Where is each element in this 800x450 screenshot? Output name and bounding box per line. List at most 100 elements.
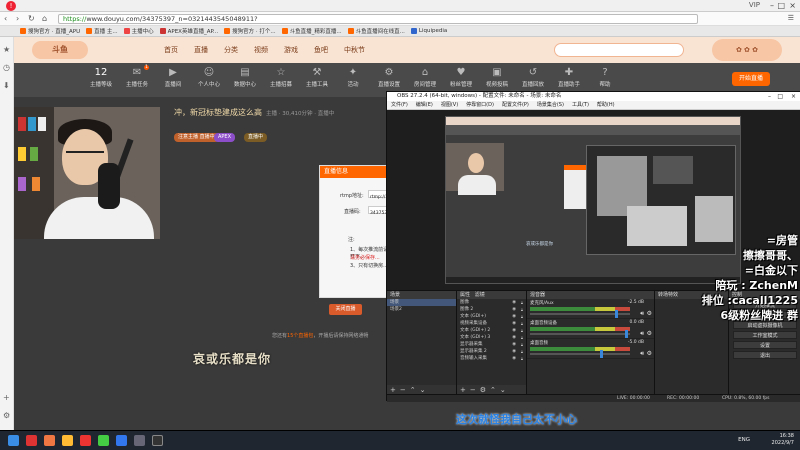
toolbar-item[interactable]: ☆ 主播招募 <box>266 66 296 88</box>
lock-icon[interactable]: 🔒︎ <box>521 341 523 348</box>
nav-link[interactable]: 视频 <box>254 45 268 55</box>
lock-icon[interactable]: 🔒︎ <box>521 306 523 313</box>
footer-tip-highlight[interactable]: 15个直播包 <box>287 333 313 339</box>
scene-item[interactable]: 场景2 <box>387 306 456 313</box>
obs-control-button[interactable]: 退出 <box>733 351 797 359</box>
speaker-icon[interactable]: 🔊︎ <box>640 330 644 338</box>
bookmark-item[interactable]: 主播中心 <box>123 27 154 35</box>
obs-control-button[interactable]: 工作室模式 <box>733 331 797 339</box>
bookmark-item[interactable]: 斗鱼直播_精彩直播... <box>281 27 342 35</box>
toolbar-item[interactable]: ✦ 活动 <box>338 66 368 88</box>
lock-icon[interactable]: 🔒︎ <box>521 334 523 341</box>
toolbar-item[interactable]: ↺ 直播回放 <box>518 66 548 88</box>
source-item[interactable]: 文本 (GDI+) 2 ◉ 🔒︎ <box>457 327 526 334</box>
toolbar-item[interactable]: ? 帮助 <box>590 66 620 88</box>
visibility-icon[interactable]: ◉ <box>512 334 516 341</box>
system-clock[interactable]: 16:38 2022/9/7 <box>772 433 794 447</box>
lock-icon[interactable]: 🔒︎ <box>521 348 523 355</box>
bookmark-item[interactable]: 直播 主... <box>86 27 118 35</box>
visibility-icon[interactable]: ◉ <box>512 348 516 355</box>
start-icon[interactable] <box>8 435 19 446</box>
url-input[interactable]: https://www.douyu.com/34375397_n=0321443… <box>58 14 698 24</box>
start-live-button[interactable]: 开始直播 <box>732 72 770 86</box>
app-icon-2[interactable] <box>44 435 55 446</box>
nav-link[interactable]: 首页 <box>164 45 178 55</box>
history-icon[interactable]: ◷ <box>3 63 10 72</box>
gear-icon[interactable]: ⚙ <box>647 310 652 317</box>
volume-slider[interactable] <box>530 353 630 355</box>
toolbar-item[interactable]: ⌂ 房间管理 <box>410 66 440 88</box>
volume-knob[interactable] <box>625 330 628 338</box>
toolbar-item[interactable]: 12 主播等级 <box>86 66 116 88</box>
speaker-icon[interactable]: 🔊︎ <box>640 310 644 318</box>
visibility-icon[interactable]: ◉ <box>512 327 516 334</box>
toolbar-item[interactable]: ▤ 数据中心 <box>230 66 260 88</box>
scene-item[interactable]: 场景 <box>387 299 456 306</box>
app-icon-1[interactable] <box>26 435 37 446</box>
close-live-button[interactable]: 关闭直播 <box>329 304 362 315</box>
obs-minimize-icon[interactable]: – <box>768 92 771 101</box>
app-icon-3[interactable] <box>80 435 91 446</box>
settings-icon[interactable]: ⚙ <box>3 411 10 420</box>
refresh-icon[interactable]: ↻ <box>28 14 35 23</box>
bookmark-item[interactable]: APEX英雄直播_AP... <box>159 27 218 35</box>
nav-link[interactable]: 直播 <box>194 45 208 55</box>
obs-close-icon[interactable]: × <box>791 92 796 101</box>
obs-menu-item[interactable]: 配置文件(P) <box>502 101 529 109</box>
toolbar-item[interactable]: ▶ 直播间 <box>158 66 188 88</box>
obs-menu-item[interactable]: 视图(V) <box>441 101 458 109</box>
home-icon[interactable]: ⌂ <box>42 14 47 23</box>
folder-icon[interactable] <box>62 435 73 446</box>
obs-maximize-icon[interactable]: □ <box>777 92 783 101</box>
room-tag-3[interactable]: 直播中 <box>244 133 268 142</box>
visibility-icon[interactable]: ◉ <box>512 313 516 320</box>
obs-menu-item[interactable]: 帮助(H) <box>597 101 615 109</box>
source-item[interactable]: 文本 (GDI+) 3 ◉ 🔒︎ <box>457 334 526 341</box>
gear-icon[interactable]: ⚙ <box>647 330 652 337</box>
obs-menu-item[interactable]: 场景集合(S) <box>537 101 564 109</box>
obs-menu-item[interactable]: 编辑(E) <box>416 101 433 109</box>
visibility-icon[interactable]: ◉ <box>512 341 516 348</box>
sources-props-button[interactable]: 属性 <box>460 292 470 298</box>
room-tag-1[interactable]: 注意主播 直播中 <box>174 133 219 142</box>
language-indicator[interactable]: ENG <box>738 437 750 443</box>
lock-icon[interactable]: 🔒︎ <box>521 313 523 320</box>
lock-icon[interactable]: 🔒︎ <box>521 327 523 334</box>
toolbar-item[interactable]: ☺ 个人中心 <box>194 66 224 88</box>
obs-menu-item[interactable]: 工具(T) <box>572 101 589 109</box>
toolbar-item[interactable]: ▣ 视频投稿 <box>482 66 512 88</box>
douyu-logo[interactable]: 斗鱼 <box>32 41 88 59</box>
bookmark-item[interactable]: 搜狗官方 · 直播_APU <box>20 27 80 35</box>
bookmark-item[interactable]: 搜狗官方 · 打个... <box>224 27 276 35</box>
source-item[interactable]: 图像 ◉ 🔒︎ <box>457 299 526 306</box>
bookmark-item[interactable]: 斗鱼直播间在线直... <box>347 27 405 35</box>
obs-menu-item[interactable]: 停靠窗口(D) <box>466 101 494 109</box>
nav-link[interactable]: 分类 <box>224 45 238 55</box>
source-item[interactable]: 显示器采集 ◉ 🔒︎ <box>457 341 526 348</box>
source-item[interactable]: 图像 2 ◉ 🔒︎ <box>457 306 526 313</box>
maximize-icon[interactable]: □ <box>777 1 785 10</box>
lock-icon[interactable]: 🔒︎ <box>521 355 523 362</box>
source-item[interactable]: 音频输入采集 ◉ 🔒︎ <box>457 355 526 362</box>
visibility-icon[interactable]: ◉ <box>512 306 516 313</box>
steam-icon[interactable] <box>134 435 145 446</box>
source-item[interactable]: 文本 (GDI+) ◉ 🔒︎ <box>457 313 526 320</box>
browser-tools-icon[interactable]: ☰ <box>788 14 794 22</box>
volume-knob[interactable] <box>600 350 603 358</box>
visibility-icon[interactable]: ◉ <box>512 299 516 306</box>
download-icon[interactable]: ⬇ <box>3 81 10 90</box>
add-icon[interactable]: + <box>3 393 10 402</box>
douyu-search-input[interactable] <box>554 43 684 57</box>
nav-link[interactable]: 游戏 <box>284 45 298 55</box>
obs-menu-item[interactable]: 文件(F) <box>391 101 408 109</box>
room-tag-2[interactable]: APEX <box>214 133 236 142</box>
toolbar-item[interactable]: ♥ 粉丝管理 <box>446 66 476 88</box>
minimize-icon[interactable]: – <box>770 1 774 10</box>
volume-slider[interactable] <box>530 333 630 335</box>
visibility-icon[interactable]: ◉ <box>512 320 516 327</box>
mid-autumn-banner[interactable]: ✿ ✿ ✿ <box>712 39 782 61</box>
favorites-icon[interactable]: ★ <box>3 45 10 54</box>
source-item[interactable]: 视频采集设备 ◉ 🔒︎ <box>457 320 526 327</box>
speaker-icon[interactable]: 🔊︎ <box>640 350 644 358</box>
obs-control-button[interactable]: 设置 <box>733 341 797 349</box>
